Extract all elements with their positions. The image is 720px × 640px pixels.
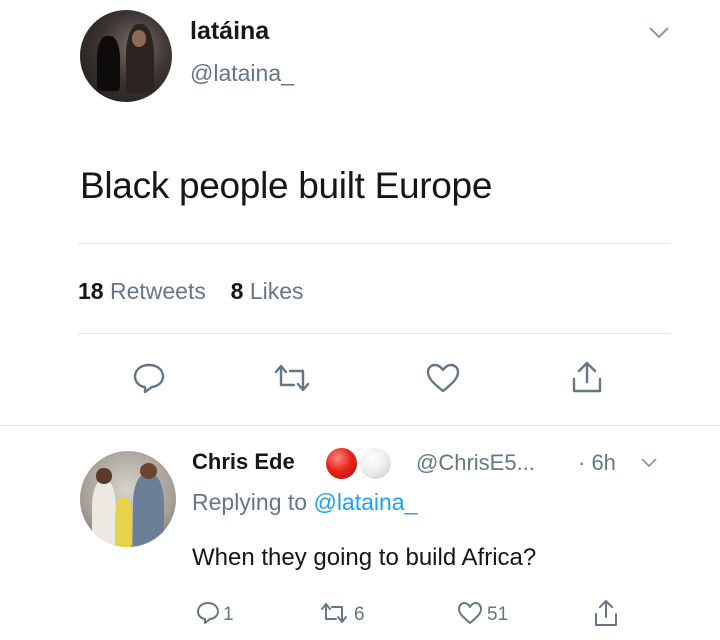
share-icon[interactable] [593, 598, 619, 628]
chevron-down-icon[interactable] [648, 26, 670, 40]
avatar[interactable] [80, 10, 172, 102]
like-icon[interactable] [425, 362, 461, 394]
reply-user-handle[interactable]: @ChrisE5... [416, 450, 535, 476]
retweets-count[interactable]: 18 [78, 278, 104, 304]
reply-icon[interactable] [132, 362, 166, 394]
main-tweet: latáina @lataina_ Black people built Eur… [0, 0, 720, 426]
divider [78, 333, 670, 334]
tweet-text: Black people built Europe [80, 165, 493, 206]
retweets-label[interactable]: Retweets [110, 278, 206, 304]
reply-icon[interactable] [196, 601, 220, 625]
divider [78, 243, 670, 244]
likes-label[interactable]: Likes [250, 278, 304, 304]
red-circle-emoji [326, 448, 357, 479]
reply-avatar[interactable] [80, 451, 176, 547]
reply-display-name[interactable]: Chris Ede [192, 449, 295, 475]
reply-text: When they going to build Africa? [192, 544, 537, 571]
replying-to: Replying to @lataina_ [192, 489, 417, 516]
like-count: 51 [487, 604, 509, 625]
display-name[interactable]: latáina [190, 17, 269, 46]
likes-count[interactable]: 8 [231, 278, 244, 304]
retweet-count: 6 [354, 604, 365, 625]
chevron-down-icon[interactable] [640, 457, 658, 469]
reply-count: 1 [223, 604, 234, 625]
reply-timestamp[interactable]: · 6h [578, 450, 616, 476]
like-icon[interactable] [457, 601, 483, 625]
user-handle[interactable]: @lataina_ [190, 60, 294, 87]
mention-link[interactable]: @lataina_ [313, 489, 417, 515]
retweet-icon[interactable] [319, 602, 349, 624]
retweet-icon[interactable] [272, 363, 312, 393]
tweet-stats: 18 Retweets 8 Likes [78, 278, 304, 305]
white-circle-emoji [360, 448, 391, 479]
share-icon[interactable] [570, 359, 604, 395]
replying-to-label: Replying to [192, 489, 314, 515]
